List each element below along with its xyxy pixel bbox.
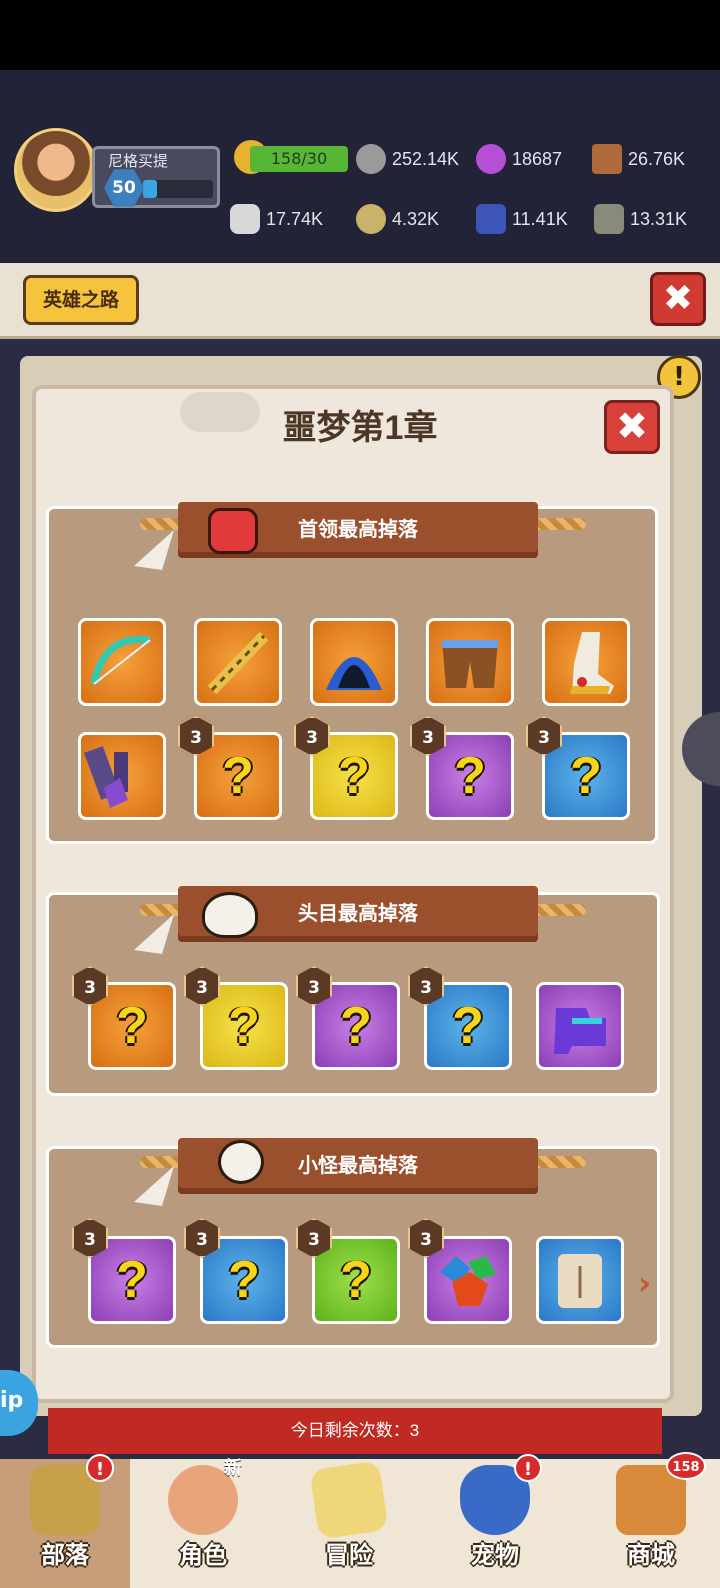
mystery-mark: ?	[454, 747, 486, 805]
scroll-right-arrow-icon[interactable]: ›	[638, 1264, 651, 1302]
hero-road-button[interactable]: 英雄之路	[23, 275, 139, 325]
iron-icon	[594, 204, 624, 234]
status-bar	[0, 0, 720, 70]
nav-label: 冒险	[325, 1542, 373, 1569]
nav-label: 角色	[179, 1542, 227, 1569]
gem-value: 11.41K	[512, 208, 568, 229]
mystery-mark: ?	[116, 1251, 148, 1309]
map-icon	[309, 1460, 389, 1540]
mystery-mark: ?	[340, 1251, 372, 1309]
staff-icon	[207, 631, 269, 695]
gem-icon	[476, 204, 506, 234]
item-scroll[interactable]	[536, 1236, 624, 1324]
mystery-mark: ?	[116, 997, 148, 1055]
nav-adventure[interactable]: 冒险	[284, 1459, 414, 1588]
ore-value: 4.32K	[392, 208, 440, 229]
stone-icon	[356, 144, 386, 174]
item-jade-bow[interactable]	[78, 618, 166, 706]
nav-count-badge: 158	[666, 1452, 706, 1480]
hood-icon	[326, 657, 382, 690]
crystal-resource[interactable]: 18687	[476, 144, 562, 174]
mystery-mark: ?	[222, 747, 254, 805]
mystery-mark: ?	[338, 747, 370, 805]
crystal-icon	[476, 144, 506, 174]
remaining-attempts: 今日剩余次数：3	[48, 1408, 662, 1454]
close-icon[interactable]: ✖	[650, 272, 706, 326]
nav-new-badge: 新	[224, 1458, 242, 1479]
player-avatar[interactable]	[14, 128, 98, 212]
bone-resource[interactable]: 17.74K	[230, 204, 323, 234]
stone-value: 252.14K	[392, 148, 460, 169]
nav-alert-badge: !	[86, 1454, 114, 1482]
nav-label: 宠物	[471, 1542, 519, 1569]
shards-icon	[84, 746, 128, 808]
mystery-mark: ?	[340, 997, 372, 1055]
wood-value: 26.76K	[628, 148, 686, 169]
energy-value: 158/30	[250, 146, 348, 172]
bone-value: 17.74K	[266, 208, 324, 229]
mystery-mark: ?	[228, 997, 260, 1055]
nav-pet[interactable]: 宠物	[430, 1459, 560, 1588]
nav-tribe[interactable]: 部落	[0, 1459, 130, 1588]
boot-icon	[570, 632, 614, 694]
mystery-mark: ?	[452, 997, 484, 1055]
item-golden-staff[interactable]	[194, 618, 282, 706]
item-leather-shorts[interactable]	[426, 618, 514, 706]
nav-label: 部落	[41, 1542, 89, 1569]
nav-alert-badge: !	[514, 1454, 542, 1482]
gem-resource[interactable]: 11.41K	[476, 204, 568, 234]
iron-value: 13.31K	[630, 208, 688, 229]
xp-bar-fill	[143, 180, 157, 198]
shorts-icon	[442, 640, 498, 688]
horned-skull-icon	[202, 892, 258, 938]
skull-icon	[218, 1140, 264, 1184]
nav-label: 商城	[627, 1542, 675, 1569]
crystal-value: 18687	[512, 148, 563, 169]
ore-resource[interactable]: 4.32K	[356, 204, 439, 234]
item-golden-boot[interactable]	[542, 618, 630, 706]
item-blue-hood[interactable]	[310, 618, 398, 706]
bone-icon	[230, 204, 260, 234]
red-dragon-icon	[208, 508, 258, 554]
gauntlet-icon	[554, 1008, 606, 1054]
wood-icon	[592, 144, 622, 174]
mystery-mark: ?	[570, 747, 602, 805]
gem-cluster-icon	[440, 1256, 496, 1306]
item-purple-gauntlet[interactable]	[536, 982, 624, 1070]
bow-icon	[90, 635, 151, 685]
wood-resource[interactable]: 26.76K	[592, 144, 685, 174]
item-dark-shards[interactable]	[78, 732, 166, 820]
stone-resource[interactable]: 252.14K	[356, 144, 459, 174]
dialog-title: 噩梦第1章	[282, 409, 438, 447]
dialog-close-button[interactable]: ✖	[604, 400, 660, 454]
player-name: 尼格买提	[108, 153, 169, 170]
ore-icon	[356, 204, 386, 234]
iron-resource[interactable]: 13.31K	[594, 204, 687, 234]
nav-character[interactable]: 角色	[138, 1459, 268, 1588]
nav-shop[interactable]: 商城	[586, 1459, 716, 1588]
mystery-mark: ?	[228, 1251, 260, 1309]
scroll-icon	[558, 1254, 602, 1308]
